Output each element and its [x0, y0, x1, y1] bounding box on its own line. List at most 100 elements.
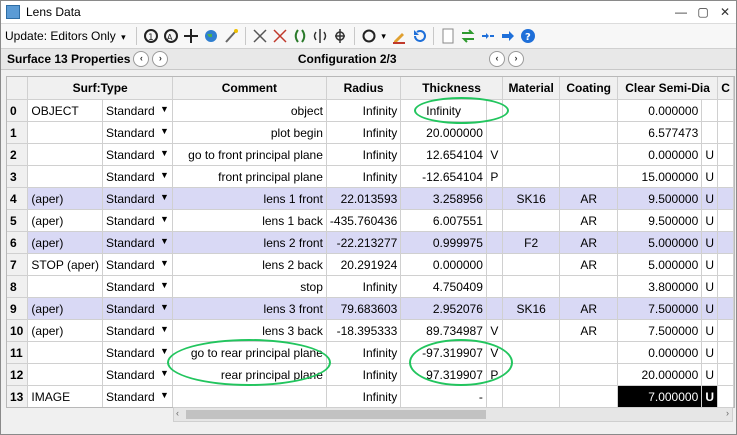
thickness-cell[interactable]: 20.000000	[400, 121, 487, 144]
table-row[interactable]: 8 Standard ▼ stop Infinity 4.750409 3.800000 U	[7, 275, 734, 298]
surface-name[interactable]	[27, 121, 103, 144]
radius-cell[interactable]: 79.683603	[326, 297, 402, 320]
radius-cell[interactable]: Infinity	[326, 143, 402, 166]
material-cell[interactable]	[502, 275, 561, 298]
dropdown-arrow-icon[interactable]: ▼	[160, 390, 169, 400]
semi-dia-solve-flag[interactable]	[701, 99, 719, 122]
semi-dia-solve-flag[interactable]: U	[701, 187, 719, 210]
config-next-button[interactable]: ›	[508, 51, 524, 67]
comment-cell[interactable]: lens 2 back	[172, 253, 327, 276]
coating-cell[interactable]: AR	[559, 253, 618, 276]
semi-dia-solve-flag[interactable]: U	[701, 297, 719, 320]
comment-cell[interactable]: lens 1 back	[172, 209, 327, 232]
surface-name[interactable]	[27, 275, 103, 298]
radius-cell[interactable]: Infinity	[326, 121, 402, 144]
semi-dia-solve-flag[interactable]	[701, 121, 719, 144]
material-cell[interactable]	[502, 99, 561, 122]
clear-semi-dia-cell[interactable]: 0.000000	[617, 143, 703, 166]
material-cell[interactable]: SK16	[502, 187, 561, 210]
dropdown-arrow-icon[interactable]: ▼	[160, 104, 169, 114]
dropdown-arrow-icon[interactable]: ▼	[160, 170, 169, 180]
clear-semi-dia-cell[interactable]: 15.000000	[617, 165, 703, 188]
material-cell[interactable]	[502, 209, 561, 232]
clear-semi-dia-cell[interactable]: 5.000000	[617, 231, 703, 254]
surface-name[interactable]: STOP (aper)	[27, 253, 103, 276]
surface-name[interactable]: IMAGE	[27, 385, 103, 407]
thickness-solve-flag[interactable]: V	[486, 143, 503, 166]
chip-zone-cell[interactable]	[717, 209, 734, 232]
comment-cell[interactable]: lens 3 front	[172, 297, 327, 320]
material-cell[interactable]: SK16	[502, 297, 561, 320]
surface-name[interactable]: (aper)	[27, 319, 103, 342]
restore-button[interactable]: ▢	[692, 5, 714, 19]
semi-dia-solve-flag[interactable]: U	[701, 341, 719, 364]
thickness-cell[interactable]: -	[400, 385, 487, 407]
radius-cell[interactable]: -22.213277	[326, 231, 402, 254]
clear-semi-dia-cell[interactable]: 7.000000	[617, 385, 703, 407]
material-cell[interactable]	[502, 165, 561, 188]
scrollbar-thumb[interactable]	[186, 410, 486, 419]
refresh-all-icon[interactable]: A	[162, 27, 180, 45]
radius-cell[interactable]: Infinity	[326, 99, 402, 122]
dropdown-arrow-icon[interactable]: ▼	[160, 280, 169, 290]
table-row[interactable]: 10 (aper) Standard ▼ lens 3 back -18.395333 89…	[7, 319, 734, 342]
surface-name[interactable]: (aper)	[27, 209, 103, 232]
header-clear-semi-dia[interactable]: Clear Semi-Dia	[617, 77, 719, 100]
table-row[interactable]: 3 Standard ▼ front principal plane Infinity -…	[7, 165, 734, 188]
coating-cell[interactable]	[559, 363, 618, 386]
surface-name[interactable]: (aper)	[27, 231, 103, 254]
surface-type-dropdown[interactable]: Standard ▼	[102, 99, 173, 122]
dropdown-arrow-icon[interactable]: ▼	[160, 214, 169, 224]
chip-zone-cell[interactable]	[717, 297, 734, 320]
dropdown-arrow-icon[interactable]: ▼	[160, 302, 169, 312]
table-row[interactable]: 5 (aper) Standard ▼ lens 1 back -435.760436 6.…	[7, 209, 734, 232]
semi-dia-solve-flag[interactable]: U	[701, 209, 719, 232]
thickness-cell[interactable]: 4.750409	[400, 275, 487, 298]
material-cell[interactable]	[502, 319, 561, 342]
surface-prev-button[interactable]: ‹	[133, 51, 150, 67]
dropdown-arrow-icon[interactable]: ▼	[160, 148, 169, 158]
surface-name[interactable]	[27, 341, 103, 364]
coating-cell[interactable]	[559, 143, 618, 166]
document-icon[interactable]	[439, 27, 457, 45]
thickness-cell[interactable]: 2.952076	[400, 297, 487, 320]
lens-icon[interactable]	[291, 27, 309, 45]
surface-type-dropdown[interactable]: Standard ▼	[102, 297, 173, 320]
arrow-right-icon[interactable]	[499, 27, 517, 45]
surface-name[interactable]: (aper)	[27, 187, 103, 210]
semi-dia-solve-flag[interactable]: U	[701, 165, 719, 188]
surface-type-dropdown[interactable]: Standard ▼	[102, 209, 173, 232]
table-row[interactable]: 13 IMAGE Standard ▼ Infinity - 7.000000 U	[7, 385, 734, 407]
radius-cell[interactable]: Infinity	[326, 385, 402, 407]
thickness-solve-flag[interactable]	[486, 275, 503, 298]
surface-next-button[interactable]: ›	[152, 51, 169, 67]
coating-cell[interactable]: AR	[559, 297, 618, 320]
surface-properties-toggle[interactable]: Surface 13 Properties	[7, 52, 130, 66]
scroll-right-icon[interactable]: ›	[726, 408, 729, 418]
header-comment[interactable]: Comment	[172, 77, 327, 100]
radius-cell[interactable]: Infinity	[326, 363, 402, 386]
chip-zone-cell[interactable]	[717, 99, 734, 122]
thickness-solve-flag[interactable]	[486, 209, 503, 232]
chip-zone-cell[interactable]	[717, 165, 734, 188]
surface-type-dropdown[interactable]: Standard ▼	[102, 385, 173, 407]
thickness-solve-flag[interactable]	[486, 253, 503, 276]
table-row[interactable]: 7 STOP (aper) Standard ▼ lens 2 back 20.29192…	[7, 253, 734, 276]
surface-type-dropdown[interactable]: Standard ▼	[102, 253, 173, 276]
refresh-icon[interactable]: 1	[142, 27, 160, 45]
clear-semi-dia-cell[interactable]: 20.000000	[617, 363, 703, 386]
close-button[interactable]: ✕	[714, 5, 736, 19]
thickness-solve-flag[interactable]	[486, 187, 503, 210]
chevron-down-icon[interactable]: ▾	[380, 27, 388, 45]
comment-cell[interactable]: stop	[172, 275, 327, 298]
header-chip-zone[interactable]: C	[717, 77, 734, 100]
coating-cell[interactable]	[559, 165, 618, 188]
comment-cell[interactable]: object	[172, 99, 327, 122]
surface-type-dropdown[interactable]: Standard ▼	[102, 363, 173, 386]
comment-cell[interactable]: go to front principal plane	[172, 143, 327, 166]
chip-zone-cell[interactable]	[717, 143, 734, 166]
circle-icon[interactable]	[360, 27, 378, 45]
radius-cell[interactable]: -435.760436	[326, 209, 402, 232]
coating-cell[interactable]	[559, 341, 618, 364]
horizontal-scrollbar[interactable]: ‹ ›	[173, 407, 733, 422]
